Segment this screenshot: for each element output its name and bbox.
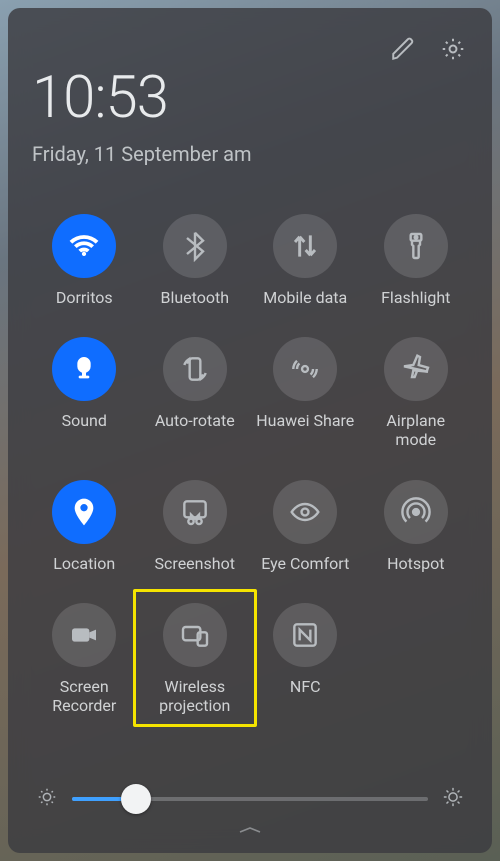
tile-label: Airplane mode <box>386 411 445 449</box>
tile-label: Huawei Share <box>256 411 354 430</box>
huaweishare-icon <box>273 337 337 401</box>
tile-huaweishare[interactable]: Huawei Share <box>253 337 358 449</box>
screenrec-icon <box>52 603 116 667</box>
tile-location[interactable]: Location <box>32 480 137 573</box>
quick-settings-panel: 10:53 Friday, 11 September am Dorritos Bl… <box>8 8 492 853</box>
tile-sound[interactable]: Sound <box>32 337 137 449</box>
tile-label: Screen Recorder <box>52 677 116 715</box>
tile-label: Dorritos <box>56 288 113 307</box>
tile-airplane[interactable]: Airplane mode <box>364 337 469 449</box>
tile-label: Mobile data <box>263 288 347 307</box>
brightness-low-icon <box>36 786 58 812</box>
tile-screenrec[interactable]: Screen Recorder <box>32 603 137 715</box>
tile-label: NFC <box>290 677 321 696</box>
edit-icon[interactable] <box>390 36 416 66</box>
tile-label: Eye Comfort <box>261 554 349 573</box>
autorotate-icon <box>163 337 227 401</box>
nfc-icon <box>273 603 337 667</box>
wireless-icon <box>163 603 227 667</box>
gear-icon[interactable] <box>440 36 466 66</box>
panel-handle-icon[interactable] <box>32 820 468 839</box>
tile-label: Sound <box>62 411 107 430</box>
tile-hotspot[interactable]: Hotspot <box>364 480 469 573</box>
brightness-slider[interactable] <box>72 797 428 801</box>
tile-label: Bluetooth <box>160 288 229 307</box>
airplane-icon <box>384 337 448 401</box>
bluetooth-icon <box>163 214 227 278</box>
clock-date: Friday, 11 September am <box>32 142 468 166</box>
hotspot-icon <box>384 480 448 544</box>
tile-label: Hotspot <box>387 554 444 573</box>
clock-time: 10:53 <box>32 64 468 132</box>
brightness-high-icon <box>442 786 464 812</box>
mobiledata-icon <box>273 214 337 278</box>
tile-label: Wireless projection <box>159 677 230 715</box>
tiles-grid: Dorritos Bluetooth Mobile data Flashlight So… <box>32 214 468 715</box>
tile-bluetooth[interactable]: Bluetooth <box>143 214 248 307</box>
tile-wifi[interactable]: Dorritos <box>32 214 137 307</box>
tile-label: Screenshot <box>155 554 235 573</box>
tile-wireless[interactable]: Wireless projection <box>143 603 248 715</box>
sound-icon <box>52 337 116 401</box>
wifi-icon <box>52 214 116 278</box>
tile-screenshot[interactable]: Screenshot <box>143 480 248 573</box>
tile-label: Auto-rotate <box>155 411 235 430</box>
screenshot-icon <box>163 480 227 544</box>
tile-label: Location <box>53 554 115 573</box>
tile-autorotate[interactable]: Auto-rotate <box>143 337 248 449</box>
flashlight-icon <box>384 214 448 278</box>
tile-eyecomfort[interactable]: Eye Comfort <box>253 480 358 573</box>
tile-nfc[interactable]: NFC <box>253 603 358 715</box>
tile-label: Flashlight <box>381 288 450 307</box>
tile-flashlight[interactable]: Flashlight <box>364 214 469 307</box>
tile-mobiledata[interactable]: Mobile data <box>253 214 358 307</box>
brightness-row <box>32 786 468 818</box>
eyecomfort-icon <box>273 480 337 544</box>
location-icon <box>52 480 116 544</box>
